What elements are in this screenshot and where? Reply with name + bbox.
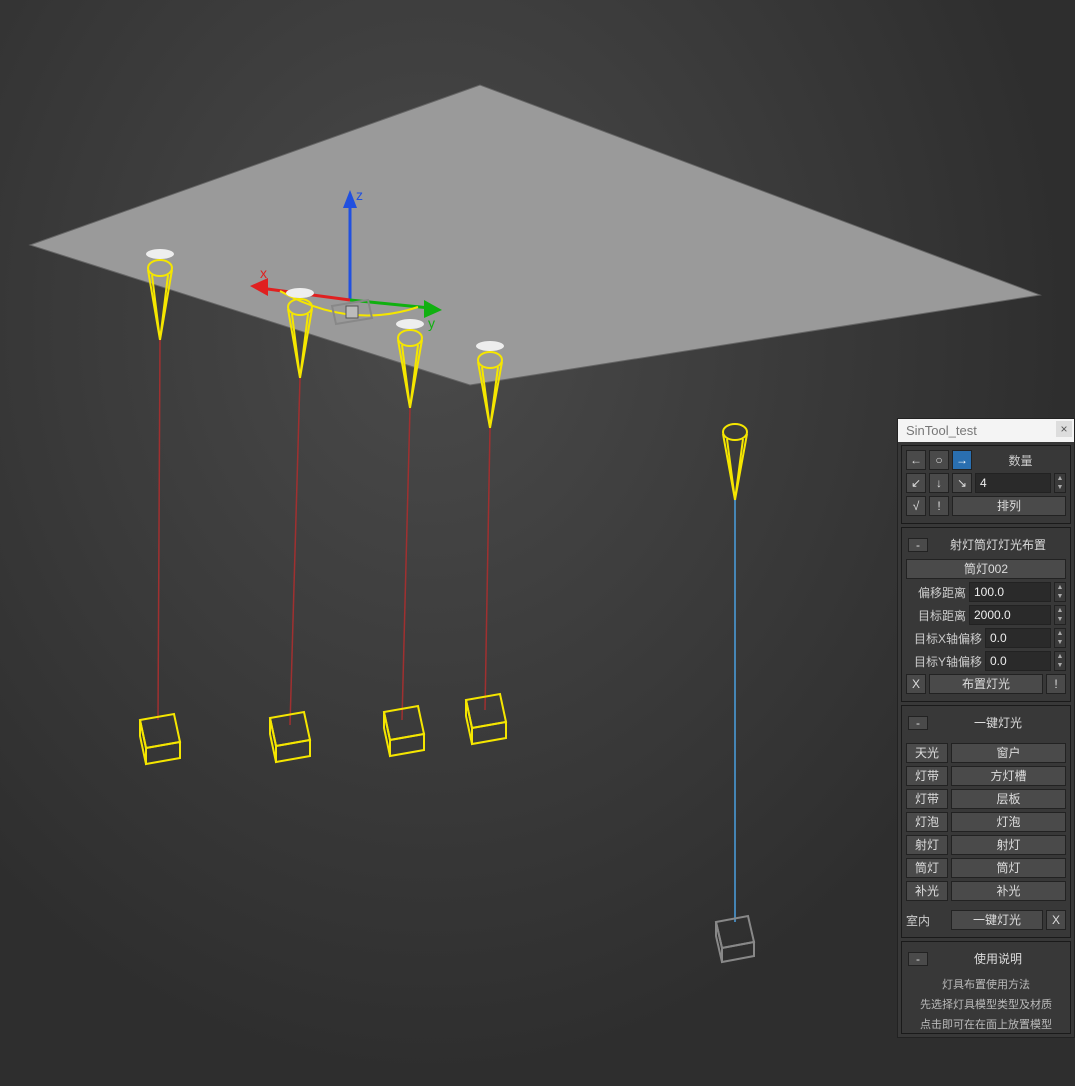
dir-circle-icon[interactable]: ○ — [929, 450, 949, 470]
bulb-label[interactable]: 灯泡 — [906, 812, 948, 832]
place-light-button[interactable]: 布置灯光 — [929, 674, 1043, 694]
count-input[interactable]: 4 — [975, 473, 1051, 493]
light-4[interactable] — [466, 341, 506, 744]
offset-input[interactable]: 100.0 — [969, 582, 1051, 602]
fill-label[interactable]: 补光 — [906, 881, 948, 901]
shelf-button[interactable]: 层板 — [951, 789, 1066, 809]
targety-spinner[interactable]: ▲▼ — [1054, 651, 1066, 671]
dir-dl-icon[interactable]: ↙ — [906, 473, 926, 493]
check-icon[interactable]: √ — [906, 496, 926, 516]
down-button[interactable]: 筒灯 — [951, 858, 1066, 878]
bulb-button[interactable]: 灯泡 — [951, 812, 1066, 832]
dir-left-icon[interactable]: ← — [906, 450, 926, 470]
collapse-icon[interactable]: - — [908, 716, 928, 730]
targety-input[interactable]: 0.0 — [985, 651, 1051, 671]
spot-button[interactable]: 射灯 — [951, 835, 1066, 855]
help-title: 使用说明 — [932, 950, 1064, 967]
window-button[interactable]: 窗户 — [951, 743, 1066, 763]
strip2-label[interactable]: 灯带 — [906, 789, 948, 809]
onekey-x-button[interactable]: X — [1046, 910, 1066, 930]
slot-button[interactable]: 方灯槽 — [951, 766, 1066, 786]
dir-right-icon[interactable]: → — [952, 450, 972, 470]
target-spinner[interactable]: ▲▼ — [1054, 605, 1066, 625]
place-warn-icon[interactable]: ! — [1046, 674, 1066, 694]
targetx-spinner[interactable]: ▲▼ — [1054, 628, 1066, 648]
offset-label: 偏移距离 — [906, 584, 966, 601]
targetx-label: 目标X轴偏移 — [906, 630, 982, 647]
target-input[interactable]: 2000.0 — [969, 605, 1051, 625]
spot-label[interactable]: 射灯 — [906, 835, 948, 855]
arrange-group: ← ○ → 数量 ↙ ↓ ↘ 4 ▲▼ √ ! 排列 — [901, 445, 1071, 524]
light-3[interactable] — [384, 319, 424, 756]
target-label: 目标距离 — [906, 607, 966, 624]
strip-label[interactable]: 灯带 — [906, 766, 948, 786]
onekey-light-button[interactable]: 一键灯光 — [951, 910, 1043, 930]
offset-spinner[interactable]: ▲▼ — [1054, 582, 1066, 602]
onekey-group: - 一键灯光 天光窗户 灯带方灯槽 灯带层板 灯泡灯泡 射灯射灯 筒灯筒灯 补光… — [901, 705, 1071, 938]
sky-label[interactable]: 天光 — [906, 743, 948, 763]
light-5-selected[interactable] — [716, 424, 754, 962]
svg-text:y: y — [428, 315, 435, 331]
dir-down-icon[interactable]: ↓ — [929, 473, 949, 493]
x-button[interactable]: X — [906, 674, 926, 694]
dir-dr-icon[interactable]: ↘ — [952, 473, 972, 493]
arrange-button[interactable]: 排列 — [952, 496, 1066, 516]
sintool-panel: SinTool_test × ← ○ → 数量 ↙ ↓ ↘ 4 ▲▼ √ ! 排… — [897, 418, 1075, 1038]
collapse-icon[interactable]: - — [908, 952, 928, 966]
light-2[interactable] — [270, 288, 314, 762]
help-group: - 使用说明 灯具布置使用方法 先选择灯具模型类型及材质 点击即可在在面上放置模… — [901, 941, 1071, 1034]
svg-text:z: z — [356, 187, 363, 203]
down-label[interactable]: 筒灯 — [906, 858, 948, 878]
svg-text:x: x — [260, 265, 267, 281]
panel-title-bar[interactable]: SinTool_test × — [898, 419, 1074, 442]
close-icon[interactable]: × — [1056, 421, 1072, 437]
count-spinner[interactable]: ▲▼ — [1054, 473, 1066, 493]
collapse-icon[interactable]: - — [908, 538, 928, 552]
targety-label: 目标Y轴偏移 — [906, 653, 982, 670]
help-line-1: 灯具布置使用方法 — [906, 973, 1066, 993]
light-name-button[interactable]: 筒灯002 — [906, 559, 1066, 579]
fill-button[interactable]: 补光 — [951, 881, 1066, 901]
help-line-2: 先选择灯具模型类型及材质 — [906, 993, 1066, 1013]
light-1[interactable] — [140, 249, 180, 764]
warn-icon[interactable]: ! — [929, 496, 949, 516]
ceiling-plane — [30, 85, 1040, 385]
targetx-input[interactable]: 0.0 — [985, 628, 1051, 648]
count-label: 数量 — [975, 452, 1066, 469]
light-layout-title: 射灯筒灯灯光布置 — [932, 536, 1064, 553]
panel-title-text: SinTool_test — [906, 423, 977, 438]
indoor-button[interactable]: 室内 — [906, 912, 948, 929]
onekey-title: 一键灯光 — [932, 714, 1064, 731]
help-line-3: 点击即可在在面上放置模型 — [906, 1013, 1066, 1033]
light-layout-group: - 射灯筒灯灯光布置 筒灯002 偏移距离 100.0 ▲▼ 目标距离 2000… — [901, 527, 1071, 702]
